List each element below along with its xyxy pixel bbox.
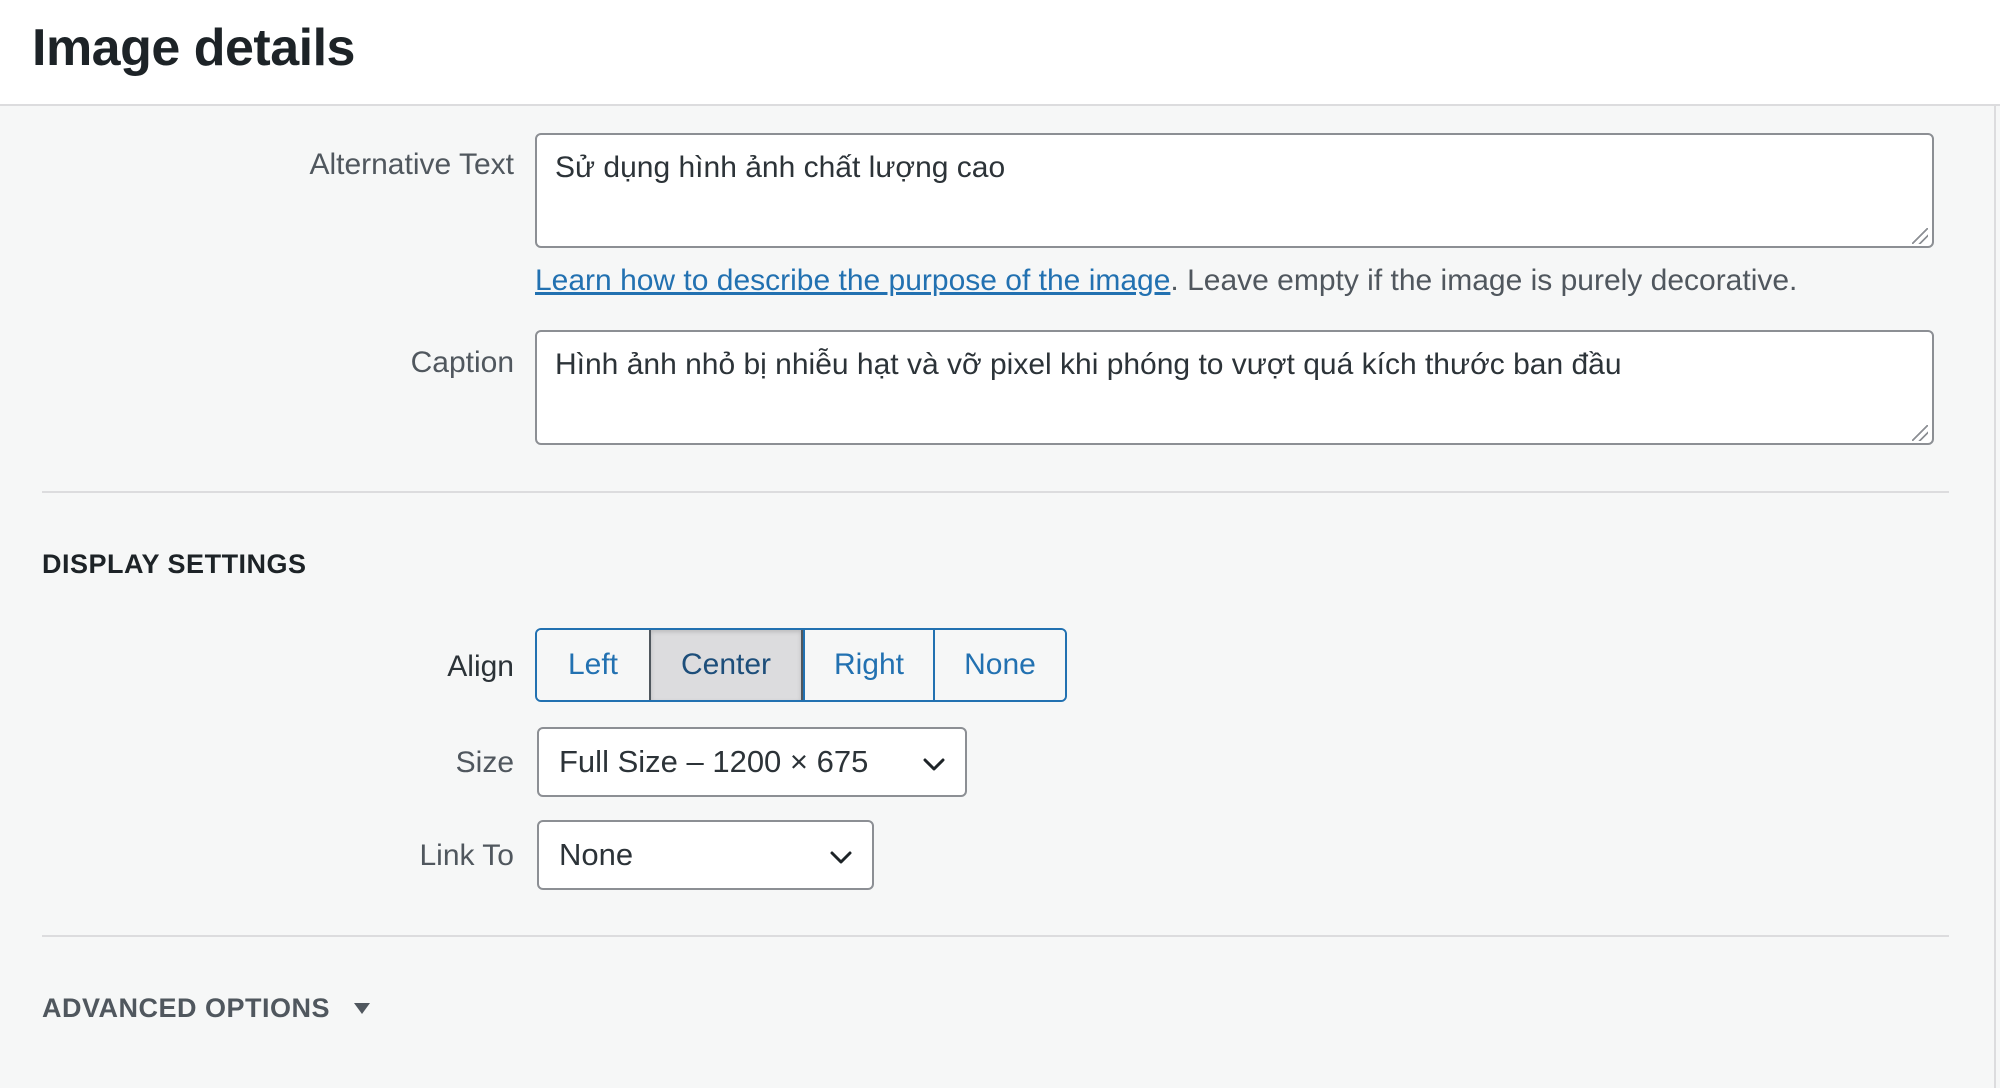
size-label: Size bbox=[455, 746, 514, 779]
alt-text-textarea[interactable]: Sử dụng hình ảnh chất lượng cao bbox=[535, 133, 1934, 248]
align-label: Align bbox=[447, 650, 514, 683]
chevron-down-icon bbox=[923, 758, 945, 771]
section-divider bbox=[42, 935, 1949, 937]
align-center-button[interactable]: Center bbox=[649, 630, 803, 700]
align-button-group: Left Center Right None bbox=[535, 628, 1067, 702]
advanced-options-toggle[interactable]: ADVANCED OPTIONS bbox=[42, 993, 330, 1024]
link-to-label: Link To bbox=[419, 839, 514, 872]
align-none-button[interactable]: None bbox=[933, 630, 1065, 700]
chevron-down-icon bbox=[830, 851, 852, 864]
page-title: Image details bbox=[32, 19, 355, 77]
alt-text-help-text: . Leave empty if the image is purely dec… bbox=[1170, 264, 1798, 297]
size-select[interactable]: Full Size – 1200 × 675 bbox=[537, 727, 967, 797]
link-to-select-value: None bbox=[559, 837, 634, 872]
caption-label: Caption bbox=[410, 346, 514, 379]
triangle-down-icon[interactable] bbox=[352, 1000, 372, 1016]
panel-right-border bbox=[1994, 106, 1996, 1088]
modal-header: Image details bbox=[0, 0, 2000, 106]
align-left-button[interactable]: Left bbox=[537, 630, 649, 700]
size-select-value: Full Size – 1200 × 675 bbox=[559, 744, 869, 779]
caption-textarea[interactable]: Hình ảnh nhỏ bị nhiễu hạt và vỡ pixel kh… bbox=[535, 330, 1934, 445]
display-settings-heading: DISPLAY SETTINGS bbox=[42, 549, 307, 579]
link-to-select[interactable]: None bbox=[537, 820, 874, 890]
alt-text-help: Learn how to describe the purpose of the… bbox=[535, 264, 1797, 298]
align-right-button[interactable]: Right bbox=[803, 630, 933, 700]
section-divider bbox=[42, 491, 1949, 493]
describe-purpose-link[interactable]: Learn how to describe the purpose of the… bbox=[535, 264, 1170, 297]
alt-text-label: Alternative Text bbox=[309, 148, 514, 181]
